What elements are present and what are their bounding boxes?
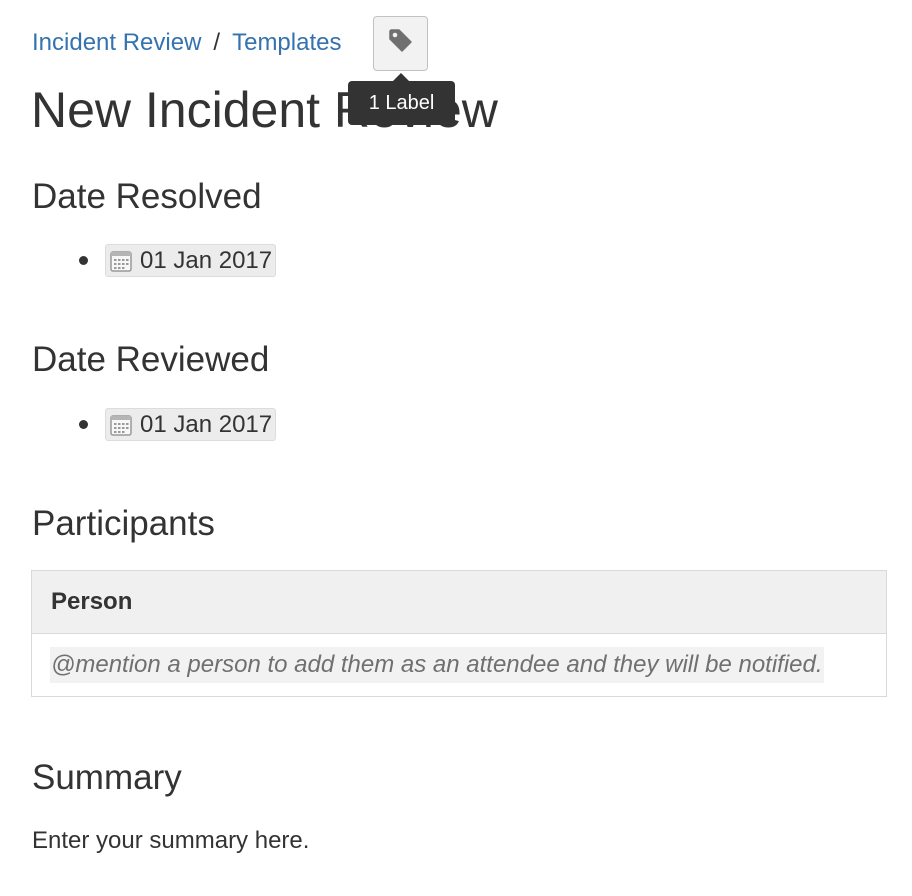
- column-header-person: Person: [31, 570, 887, 634]
- labels-button[interactable]: [373, 16, 428, 71]
- summary-text: Enter your summary here.: [32, 827, 310, 854]
- heading-date-resolved: Date Resolved: [32, 177, 262, 216]
- heading-date-reviewed: Date Reviewed: [32, 340, 270, 379]
- calendar-icon: [109, 249, 133, 273]
- tag-icon: [388, 28, 414, 59]
- list-item-date-reviewed: 01 Jan 2017: [79, 408, 277, 441]
- labels-tooltip: 1 Label: [348, 73, 455, 125]
- table-row: @mention a person to add them as an atte…: [32, 634, 887, 697]
- table-header-row: Person: [31, 570, 887, 634]
- breadcrumb: Incident Review / Templates: [32, 28, 341, 58]
- date-lozenge-resolved[interactable]: 01 Jan 2017: [105, 244, 277, 277]
- heading-participants: Participants: [32, 504, 215, 543]
- heading-summary: Summary: [32, 758, 182, 797]
- bullet: [79, 420, 88, 429]
- page: Incident Review / Templates 1 Label New …: [0, 0, 912, 896]
- breadcrumb-link-templates[interactable]: Templates: [232, 28, 341, 58]
- list-item-date-resolved: 01 Jan 2017: [79, 244, 277, 277]
- table-cell[interactable]: @mention a person to add them as an atte…: [32, 634, 887, 697]
- bullet: [79, 256, 88, 265]
- participants-table: Person @mention a person to add them as …: [31, 570, 887, 697]
- date-value: 01 Jan 2017: [140, 410, 273, 438]
- date-lozenge-reviewed[interactable]: 01 Jan 2017: [105, 408, 277, 441]
- date-value: 01 Jan 2017: [140, 246, 273, 274]
- mention-placeholder[interactable]: @mention a person to add them as an atte…: [50, 647, 824, 683]
- breadcrumb-link-incident-review[interactable]: Incident Review: [32, 28, 201, 58]
- breadcrumb-separator: /: [213, 29, 221, 56]
- calendar-icon: [109, 413, 133, 437]
